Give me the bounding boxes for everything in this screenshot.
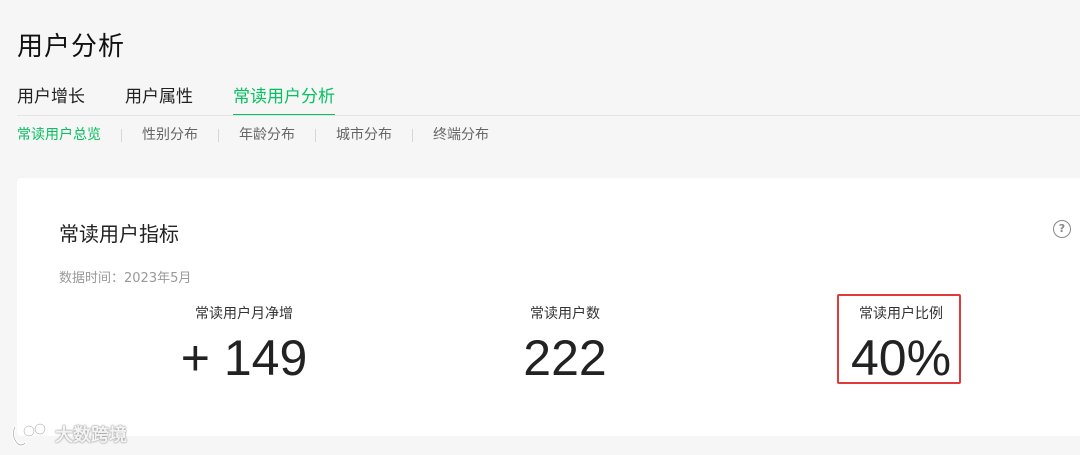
subnav-age[interactable]: 年龄分布	[239, 125, 295, 145]
tab-frequent-reader-analysis[interactable]: 常读用户分析	[233, 86, 335, 116]
metric-frequent-reader-count: 常读用户数 222	[435, 304, 695, 390]
tab-user-attributes[interactable]: 用户属性	[125, 86, 193, 116]
card-title: 常读用户指标	[59, 222, 179, 246]
main-tabs: 用户增长 用户属性 常读用户分析	[17, 86, 375, 116]
data-time: 数据时间：2023年5月	[59, 271, 192, 286]
metric-value: 222	[523, 330, 607, 386]
metric-monthly-net-increase: 常读用户月净增 + 149	[114, 304, 374, 390]
watermark-text: 大数跨境	[55, 425, 127, 446]
tab-user-growth[interactable]: 用户增长	[17, 86, 85, 116]
page-title: 用户分析	[17, 32, 126, 62]
subnav-separator	[218, 128, 219, 142]
tabs-divider	[17, 115, 1080, 116]
subnav-overview[interactable]: 常读用户总览	[17, 125, 101, 145]
metric-label: 常读用户月净增	[195, 306, 293, 322]
subnav-separator	[412, 128, 413, 142]
question-circle-icon[interactable]: ?	[1053, 220, 1071, 238]
subnav-separator	[315, 128, 316, 142]
highlight-annotation-box	[837, 294, 961, 384]
metric-label: 常读用户数	[530, 306, 600, 322]
sub-navigation: 常读用户总览 性别分布 年龄分布 城市分布 终端分布	[17, 125, 489, 145]
watermark: 大数跨境	[9, 419, 127, 449]
subnav-device[interactable]: 终端分布	[433, 125, 489, 145]
subnav-city[interactable]: 城市分布	[336, 125, 392, 145]
subnav-gender[interactable]: 性别分布	[142, 125, 198, 145]
metrics-card: 常读用户指标 ? 数据时间：2023年5月 常读用户月净增 + 149 常读用户…	[17, 178, 1080, 436]
watermark-logo-icon	[11, 422, 47, 447]
metric-value: + 149	[180, 330, 308, 386]
subnav-separator	[121, 128, 122, 142]
